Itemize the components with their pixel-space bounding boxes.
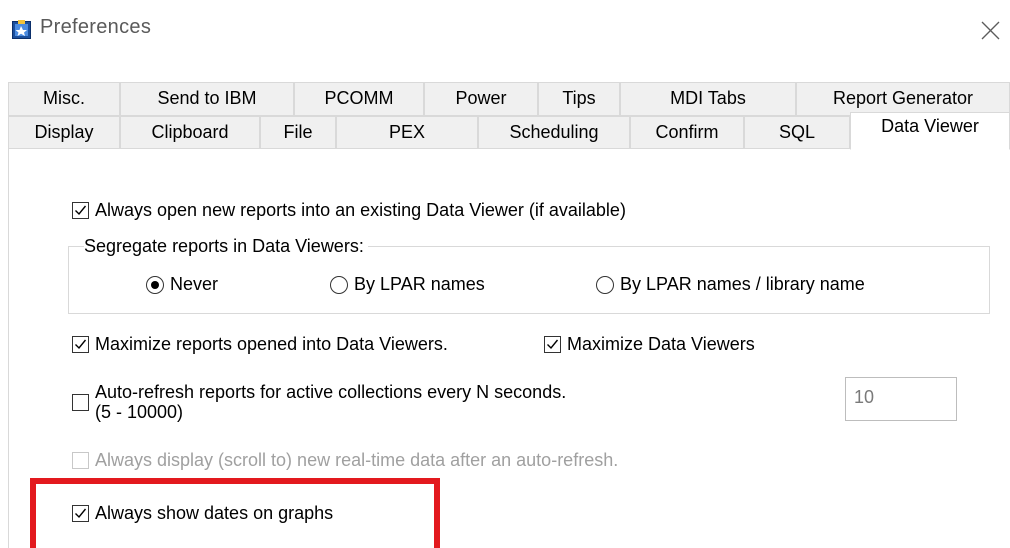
maximize-viewers-checkbox[interactable]	[544, 336, 561, 353]
maximize-reports-option[interactable]: Maximize reports opened into Data Viewer…	[72, 334, 448, 355]
tab-display[interactable]: Display	[8, 116, 120, 150]
preferences-app-icon	[12, 20, 31, 39]
tab-clipboard[interactable]: Clipboard	[120, 116, 260, 150]
window-title: Preferences	[40, 16, 152, 38]
auto-refresh-checkbox[interactable]	[72, 393, 89, 411]
always-open-existing-option[interactable]: Always open new reports into an existing…	[72, 200, 626, 221]
checkmark-icon	[75, 339, 87, 350]
maximize-reports-checkbox[interactable]	[72, 336, 89, 353]
maximize-viewers-label: Maximize Data Viewers	[567, 334, 755, 354]
maximize-viewers-option[interactable]: Maximize Data Viewers	[544, 334, 755, 355]
radio-by-lpar[interactable]: By LPAR names	[330, 274, 485, 295]
auto-refresh-option[interactable]: Auto-refresh reports for active collecti…	[72, 382, 566, 422]
auto-refresh-label-line2: (5 - 10000)	[95, 402, 184, 422]
radio-by-lpar-library[interactable]: By LPAR names / library name	[596, 274, 865, 295]
tab-power[interactable]: Power	[424, 82, 538, 116]
radio-by-lpar-library-label: By LPAR names / library name	[620, 274, 865, 294]
radio-never-button[interactable]	[146, 275, 164, 294]
checkmark-icon	[547, 339, 559, 350]
tab-scheduling[interactable]: Scheduling	[478, 116, 630, 150]
tab-mdi-tabs[interactable]: MDI Tabs	[620, 82, 796, 116]
tab-pcomm[interactable]: PCOMM	[294, 82, 424, 116]
always-display-new-label: Always display (scroll to) new real-time…	[95, 450, 619, 470]
close-icon[interactable]	[972, 12, 1006, 46]
tab-file[interactable]: File	[260, 116, 336, 150]
tab-confirm[interactable]: Confirm	[630, 116, 744, 150]
refresh-seconds-input[interactable]: 10	[845, 377, 957, 421]
auto-refresh-label: Auto-refresh reports for active collecti…	[95, 382, 566, 422]
radio-never[interactable]: Never	[146, 274, 218, 295]
auto-refresh-label-line1: Auto-refresh reports for active collecti…	[95, 382, 567, 402]
tab-report-generator[interactable]: Report Generator	[796, 82, 1010, 116]
radio-by-lpar-library-button[interactable]	[596, 275, 614, 294]
highlight-annotation-box	[30, 478, 440, 548]
radio-by-lpar-button[interactable]	[330, 275, 348, 294]
always-display-new-checkbox	[72, 452, 89, 469]
maximize-reports-label: Maximize reports opened into Data Viewer…	[95, 334, 448, 354]
title-bar: Preferences	[0, 0, 1010, 62]
always-display-new-option: Always display (scroll to) new real-time…	[72, 450, 618, 471]
radio-never-label: Never	[170, 274, 219, 294]
tab-data-viewer[interactable]: Data Viewer	[850, 112, 1010, 150]
tab-pex[interactable]: PEX	[336, 116, 478, 150]
tab-send-to-ibm[interactable]: Send to IBM	[120, 82, 294, 116]
always-open-existing-label: Always open new reports into an existing…	[95, 200, 626, 220]
checkmark-icon	[75, 205, 87, 216]
segregate-legend: Segregate reports in Data Viewers:	[84, 236, 368, 257]
always-open-existing-checkbox[interactable]	[72, 202, 89, 219]
tab-misc[interactable]: Misc.	[8, 82, 120, 116]
radio-by-lpar-label: By LPAR names	[354, 274, 485, 294]
tab-tips[interactable]: Tips	[538, 82, 620, 116]
tab-sql[interactable]: SQL	[744, 116, 850, 150]
